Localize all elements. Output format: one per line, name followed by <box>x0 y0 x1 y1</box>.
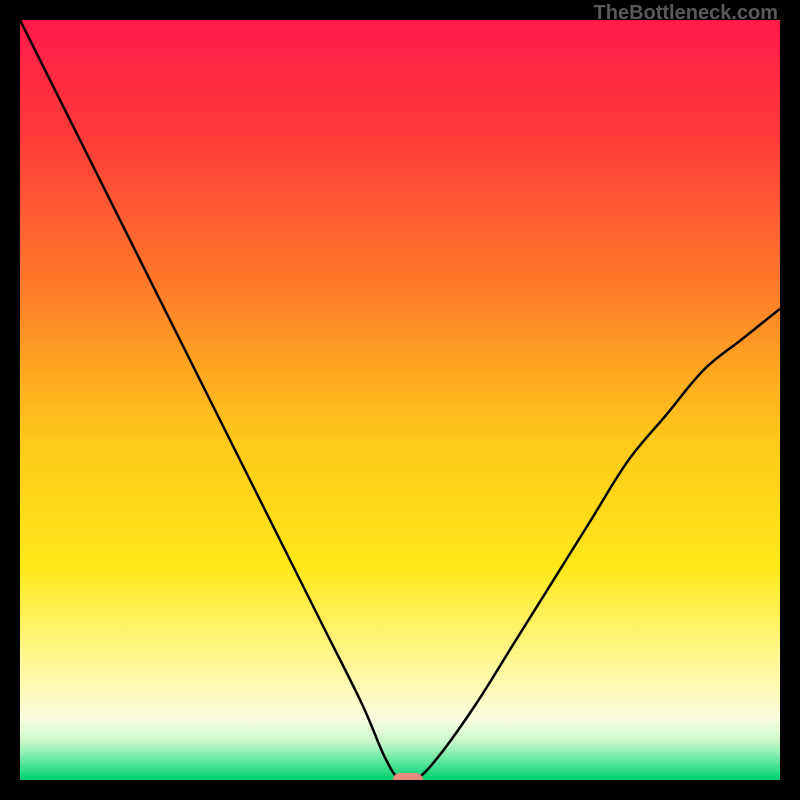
watermark-label: TheBottleneck.com <box>594 2 778 25</box>
chart-container: TheBottleneck.com <box>0 0 800 800</box>
curve-layer <box>20 20 780 780</box>
plot-area <box>20 20 780 780</box>
bottleneck-curve <box>20 20 780 780</box>
optimal-marker <box>393 773 423 780</box>
